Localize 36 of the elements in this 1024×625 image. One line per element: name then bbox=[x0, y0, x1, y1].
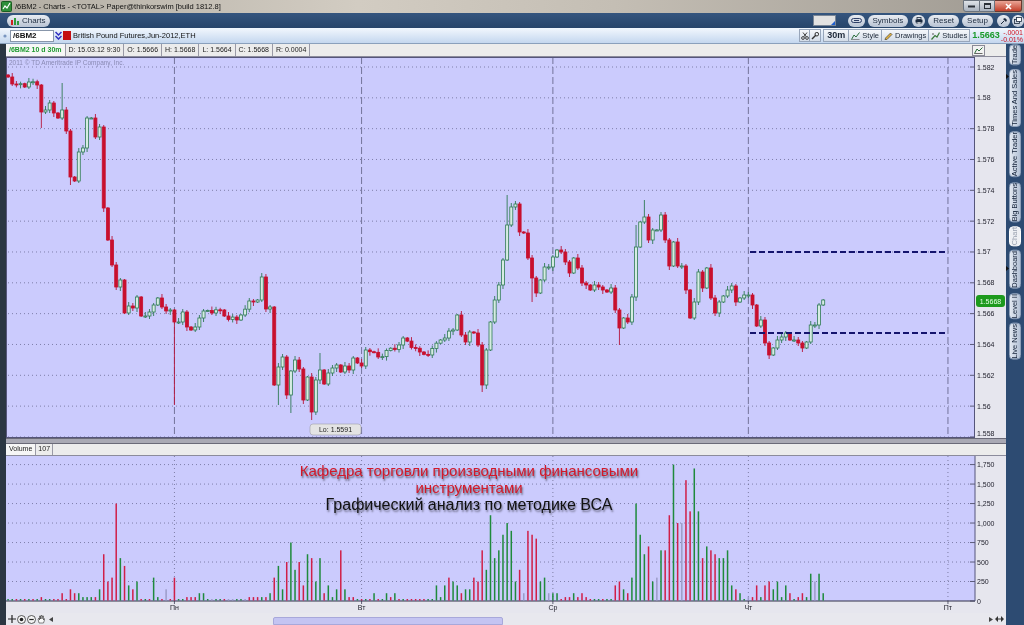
target-icon[interactable] bbox=[17, 614, 26, 624]
double-chevron-icon[interactable] bbox=[55, 31, 62, 40]
double-arrow-icon[interactable] bbox=[995, 616, 1004, 622]
minimize-button[interactable] bbox=[963, 0, 980, 12]
maximize-button[interactable] bbox=[980, 0, 995, 12]
left-arrow-icon[interactable] bbox=[49, 616, 53, 622]
toolbar-button[interactable]: Setup bbox=[962, 14, 993, 27]
triangle-icon bbox=[1006, 266, 1009, 271]
link-icon[interactable] bbox=[850, 18, 862, 23]
input-field[interactable] bbox=[812, 15, 836, 26]
maximize-icon[interactable] bbox=[983, 3, 991, 9]
trend-line-icon[interactable] bbox=[931, 31, 941, 40]
crosshair-icon[interactable] bbox=[8, 615, 16, 623]
symbol-field[interactable]: /6BM2 bbox=[10, 29, 54, 42]
scrollbar-thumb[interactable] bbox=[273, 617, 503, 625]
triangle-icon bbox=[830, 21, 835, 25]
charts-tab[interactable]: Charts bbox=[7, 14, 50, 27]
caption-title: Кафедра торговли производными финансовыми инструментами bbox=[298, 462, 640, 496]
close-button[interactable] bbox=[995, 0, 1022, 12]
link-button[interactable] bbox=[847, 14, 865, 27]
pencil-icon[interactable] bbox=[884, 31, 893, 40]
close-icon[interactable] bbox=[1004, 2, 1012, 10]
aggregation-button[interactable]: 30m bbox=[823, 29, 850, 42]
triangle-icon bbox=[1006, 74, 1009, 79]
hand-icon[interactable] bbox=[37, 614, 45, 624]
right-arrow-icon[interactable] bbox=[989, 616, 993, 622]
last-price: 1.5663 bbox=[972, 28, 1000, 42]
toolbar-button[interactable]: Symbols bbox=[867, 14, 909, 27]
zoom-out-icon[interactable] bbox=[27, 614, 36, 624]
bar-chart-icon bbox=[11, 16, 20, 25]
app-icon bbox=[1, 1, 12, 12]
dot-icon bbox=[3, 33, 7, 38]
minimize-icon[interactable] bbox=[968, 4, 975, 8]
square-icon bbox=[63, 31, 71, 40]
line-chart-icon[interactable] bbox=[851, 31, 861, 40]
toolbar-button[interactable]: Reset bbox=[928, 14, 960, 27]
